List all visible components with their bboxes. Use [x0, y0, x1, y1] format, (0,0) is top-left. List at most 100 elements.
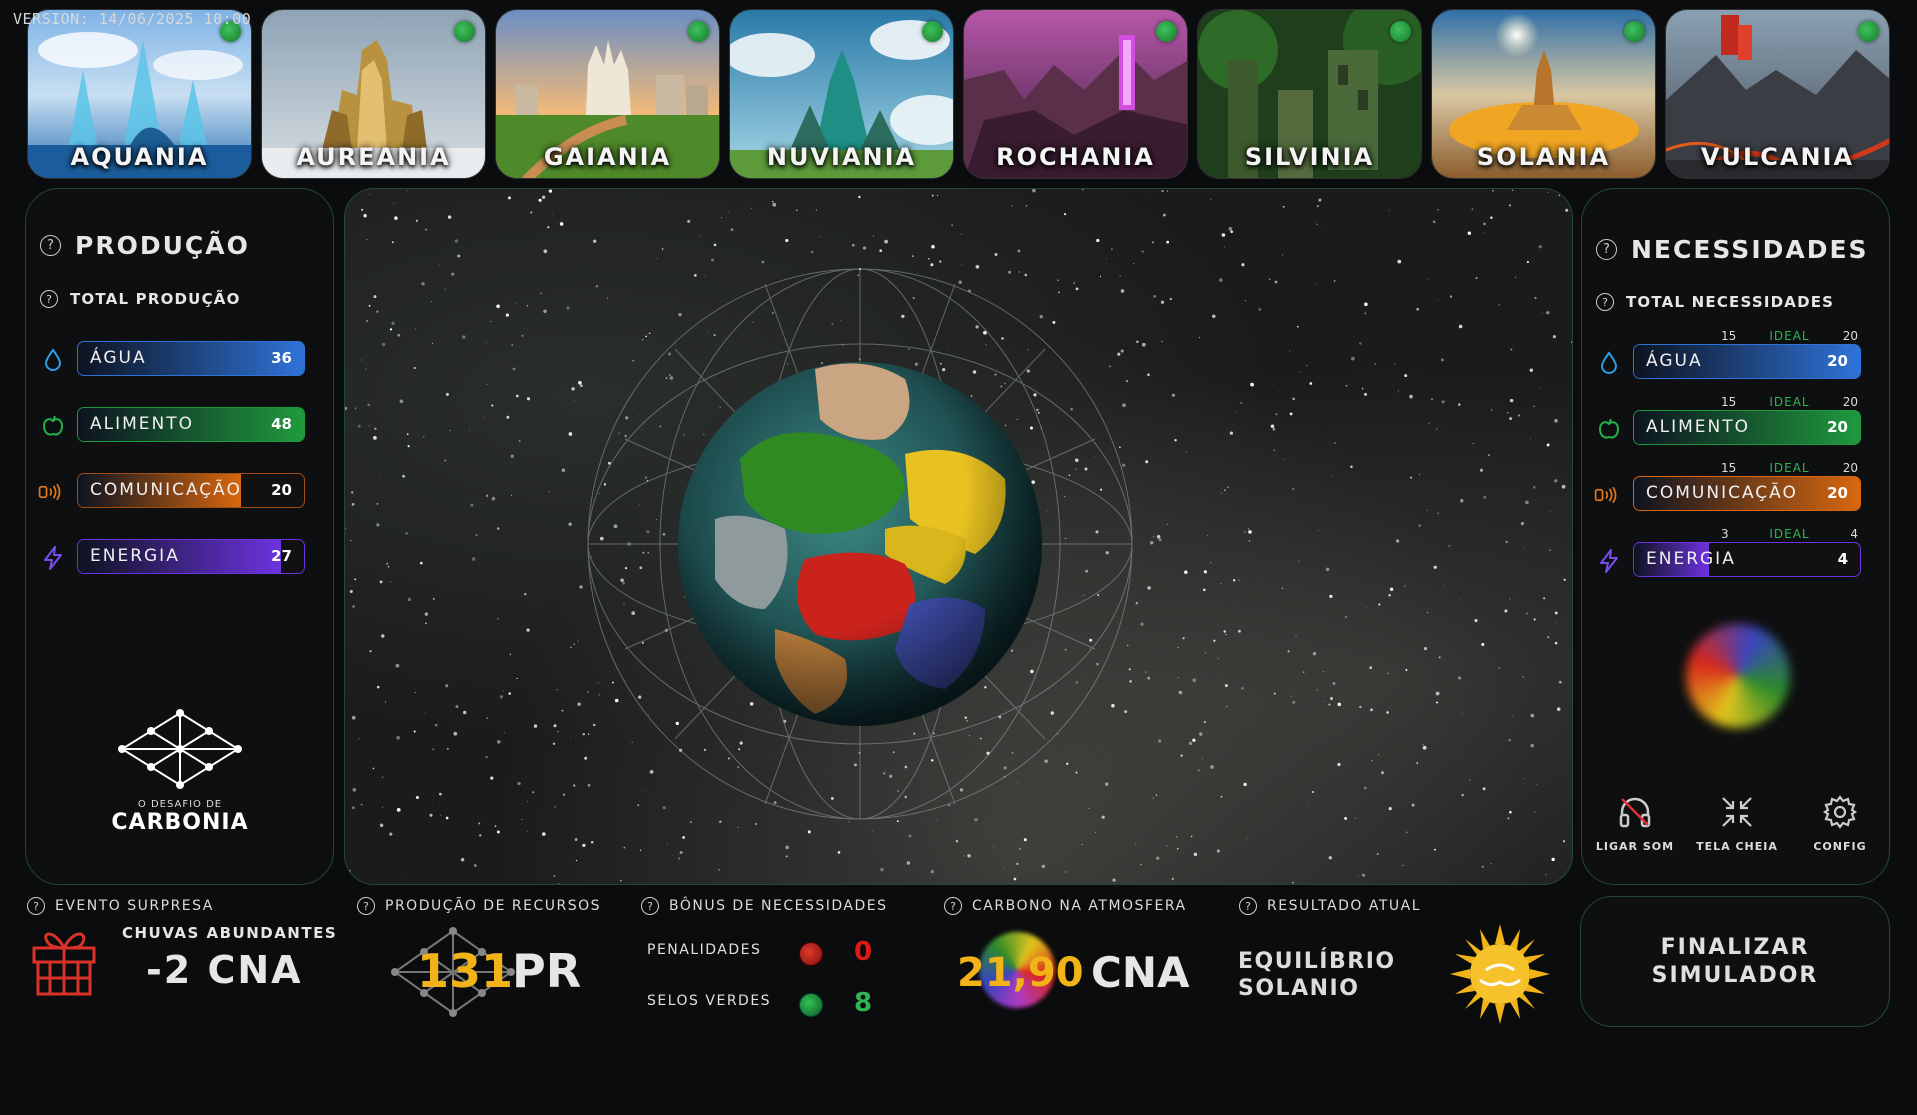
status-dot-icon [1390, 21, 1411, 42]
production-value: 131 [417, 944, 514, 998]
energy-bolt-icon [40, 545, 66, 571]
range-ideal: IDEAL [1769, 461, 1810, 475]
range-ideal: IDEAL [1769, 329, 1810, 343]
world-card-gaiania[interactable]: GAIANIA [495, 9, 720, 179]
carbonia-logo-icon [118, 709, 242, 789]
carbon-header: ? CARBONO NA ATMOSFERA [944, 897, 1187, 915]
bar-label: COMUNICAÇÃO [1646, 483, 1798, 503]
range-min: 15 [1721, 329, 1737, 343]
world-card-rochania[interactable]: ROCHANIA [963, 9, 1188, 179]
world-name: AQUANIA [70, 143, 209, 171]
needs-bar-energy: ENERGIA 4 [1633, 542, 1861, 577]
carbon-unit: CNA [1091, 948, 1190, 997]
water-drop-icon [1596, 350, 1622, 376]
help-icon[interactable]: ? [944, 897, 962, 915]
gift-box-icon [32, 932, 96, 996]
bar-value: 20 [1827, 418, 1848, 436]
penalty-globe-icon [799, 942, 823, 966]
event-header-label: EVENTO SURPRESA [55, 898, 214, 914]
ideal-range: 15 IDEAL 20 [1633, 461, 1861, 475]
finish-line1: FINALIZAR [1660, 934, 1810, 960]
result-header: ? RESULTADO ATUAL [1239, 897, 1421, 915]
green-seals-value: 8 [854, 988, 873, 1018]
production-panel: ? PRODUÇÃO ? TOTAL PRODUÇÃO ÁGUA 36 ALIM… [25, 188, 334, 885]
help-icon[interactable]: ? [1596, 293, 1614, 311]
needs-bar-food: ALIMENTO 20 [1633, 410, 1861, 445]
status-dot-icon [454, 21, 475, 42]
world-name: NUVIANIA [766, 143, 917, 171]
event-value: -2 CNA [146, 948, 303, 992]
tool-label: LIGAR SOM [1595, 840, 1675, 853]
panel-title: PRODUÇÃO [75, 231, 250, 260]
bar-label: ÁGUA [90, 348, 147, 368]
gear-icon [1823, 795, 1857, 829]
event-header: ? EVENTO SURPRESA [27, 897, 214, 915]
world-card-nuviania[interactable]: NUVIANIA [729, 9, 954, 179]
bonus-header-label: BÔNUS DE NECESSIDADES [669, 898, 888, 914]
status-dot-icon [1858, 21, 1879, 42]
penalties-label: PENALIDADES [647, 942, 762, 958]
production-bar-water: ÁGUA 36 [77, 341, 305, 376]
finish-line2: SIMULADOR [1651, 962, 1819, 988]
production-bar-energy: ENERGIA 27 [77, 539, 305, 574]
bar-value: 48 [271, 415, 292, 433]
planet-viewport[interactable] [344, 188, 1573, 885]
production-bar-communication: COMUNICAÇÃO 20 [77, 473, 305, 508]
tool-label: CONFIG [1813, 840, 1867, 853]
penalties-value: 0 [854, 937, 873, 967]
bar-value: 4 [1837, 550, 1848, 568]
event-name: CHUVAS ABUNDANTES [122, 924, 338, 942]
world-card-aquania[interactable]: AQUANIA [27, 9, 252, 179]
config-button[interactable]: CONFIG [1795, 794, 1885, 853]
world-card-aureania[interactable]: AUREANIA [261, 9, 486, 179]
help-icon[interactable]: ? [357, 897, 375, 915]
tool-label: TELA CHEIA [1696, 840, 1778, 853]
green-seal-icon [799, 993, 823, 1017]
bar-value: 27 [271, 547, 292, 565]
range-max: 20 [1842, 395, 1858, 409]
range-ideal: IDEAL [1769, 395, 1810, 409]
bar-label: ÁGUA [1646, 351, 1703, 371]
fullscreen-button[interactable]: TELA CHEIA [1692, 794, 1782, 853]
planet-globe[interactable] [345, 189, 1573, 885]
help-icon[interactable]: ? [40, 290, 58, 308]
bar-value: 20 [271, 481, 292, 499]
help-icon[interactable]: ? [27, 897, 45, 915]
sound-toggle-button[interactable]: LIGAR SOM [1590, 794, 1680, 853]
ideal-range: 15 IDEAL 20 [1633, 395, 1861, 409]
help-icon[interactable]: ? [1596, 239, 1617, 260]
world-name: AUREANIA [296, 143, 451, 171]
help-icon[interactable]: ? [641, 897, 659, 915]
help-icon[interactable]: ? [40, 235, 61, 256]
needs-panel: ? NECESSIDADES ? TOTAL NECESSIDADES 15 I… [1581, 188, 1890, 885]
result-line2: SOLANIO [1238, 976, 1360, 1001]
world-card-solania[interactable]: SOLANIA [1431, 9, 1656, 179]
bar-value: 36 [271, 349, 292, 367]
carbonia-logo: O DESAFIO DE CARBONIA [100, 709, 260, 835]
range-min: 15 [1721, 461, 1737, 475]
minimize-arrows-icon [1722, 797, 1752, 827]
finish-simulator-button[interactable]: FINALIZAR SIMULADOR [1580, 896, 1890, 1027]
energy-bolt-icon [1596, 548, 1622, 574]
bonus-header: ? BÔNUS DE NECESSIDADES [641, 897, 887, 915]
world-card-silvinia[interactable]: SILVINIA [1197, 9, 1422, 179]
status-dot-icon [1156, 21, 1177, 42]
food-apple-icon [40, 413, 66, 439]
help-icon[interactable]: ? [1239, 897, 1257, 915]
range-min: 15 [1721, 395, 1737, 409]
star [992, 884, 994, 885]
communication-signal-icon [1593, 482, 1619, 508]
logo-big-text: CARBONIA [111, 810, 249, 835]
version-label: VERSION: 14/06/2025 10:00 [13, 10, 252, 28]
world-name: SOLANIA [1476, 143, 1611, 171]
production-unit: PR [512, 944, 582, 998]
bar-label: ALIMENTO [1646, 417, 1751, 437]
mini-planet-orb [1686, 624, 1790, 728]
range-max: 20 [1842, 329, 1858, 343]
bar-label: ALIMENTO [90, 414, 195, 434]
world-card-vulcania[interactable]: VULCANIA [1665, 9, 1890, 179]
ideal-range: 15 IDEAL 20 [1633, 329, 1861, 343]
bar-label: COMUNICAÇÃO [90, 480, 242, 500]
range-ideal: IDEAL [1769, 527, 1810, 541]
bar-label: ENERGIA [1646, 549, 1736, 569]
